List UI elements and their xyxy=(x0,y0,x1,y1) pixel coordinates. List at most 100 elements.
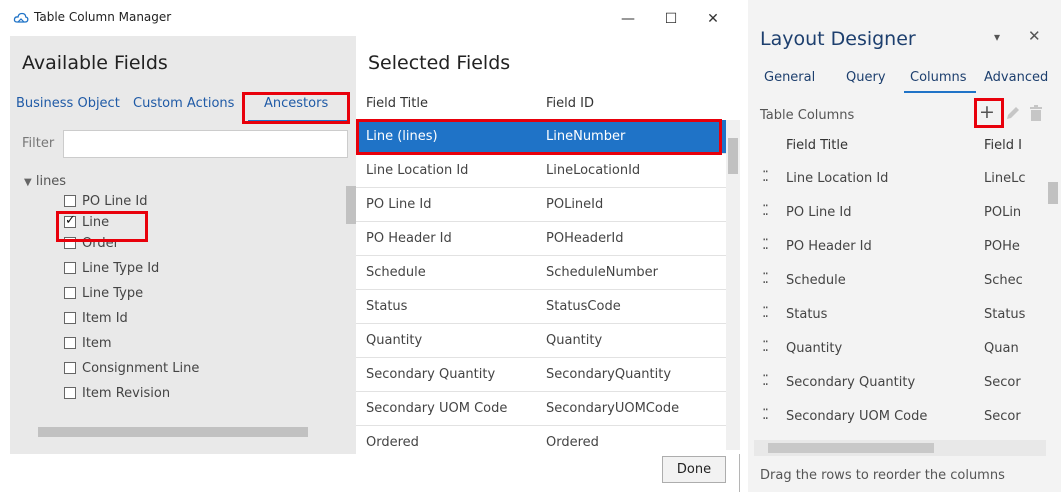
tree-item[interactable]: Item xyxy=(64,332,112,354)
tree-vertical-scrollbar[interactable] xyxy=(344,164,356,424)
tab-advanced[interactable]: Advanced xyxy=(984,70,1048,85)
available-fields-heading: Available Fields xyxy=(22,52,168,74)
drag-handle-icon[interactable]: ⁚⁚ xyxy=(762,203,769,219)
edit-pencil-icon[interactable] xyxy=(1004,104,1022,122)
tab-columns[interactable]: Columns xyxy=(910,70,967,85)
checkbox[interactable] xyxy=(64,362,76,374)
scrollbar-thumb[interactable] xyxy=(1048,182,1058,204)
close-button[interactable]: ✕ xyxy=(693,6,733,32)
scrollbar-thumb[interactable] xyxy=(346,186,356,224)
row-field-id: SecondaryQuantity xyxy=(546,367,672,382)
tree-node-label: lines xyxy=(35,174,67,189)
drag-handle-icon[interactable]: ⁚⁚ xyxy=(762,373,769,389)
row-field-id: SecondaryUOMCode xyxy=(546,401,680,416)
tab-general[interactable]: General xyxy=(764,70,815,85)
add-column-plus-icon[interactable]: + xyxy=(976,102,998,124)
list-item[interactable]: ⁚⁚ Schedule Schec xyxy=(748,264,1046,298)
row-field-id: Secor xyxy=(984,375,1021,390)
tree-item[interactable]: Line Type xyxy=(64,282,143,304)
table-row[interactable]: Line Location Id LineLocationId xyxy=(356,154,726,188)
column-header-field-id[interactable]: Field I xyxy=(984,138,1022,153)
list-item[interactable]: ⁚⁚ Status Status xyxy=(748,298,1046,332)
tree-item[interactable]: Line Type Id xyxy=(64,257,159,279)
tree-item[interactable]: Item Revision xyxy=(64,382,170,404)
drag-handle-icon[interactable]: ⁚⁚ xyxy=(762,271,769,287)
row-field-id: LineNumber xyxy=(546,129,626,144)
tree-node-lines[interactable]: ▼ lines xyxy=(24,174,66,189)
checkbox[interactable] xyxy=(64,237,76,249)
done-button[interactable]: Done xyxy=(662,456,726,483)
expand-arrow-icon[interactable]: ▼ xyxy=(24,177,32,188)
column-header-field-id[interactable]: Field ID xyxy=(546,96,594,111)
tree-item[interactable]: Consignment Line xyxy=(64,357,199,379)
drag-handle-icon[interactable]: ⁚⁚ xyxy=(762,305,769,321)
list-item[interactable]: ⁚⁚ Secondary Quantity Secor xyxy=(748,366,1046,400)
tree-item-line[interactable]: Line xyxy=(64,211,109,233)
drag-handle-icon[interactable]: ⁚⁚ xyxy=(762,339,769,355)
minimize-button[interactable]: — xyxy=(608,6,648,32)
tree-horizontal-scrollbar[interactable] xyxy=(20,424,356,440)
pane-menu-chevron-icon[interactable]: ▾ xyxy=(994,30,1000,44)
checkbox[interactable] xyxy=(64,312,76,324)
tab-ancestors[interactable]: Ancestors xyxy=(264,96,328,111)
table-columns-label: Table Columns xyxy=(760,108,855,123)
row-field-id: ScheduleNumber xyxy=(546,265,658,280)
checkbox[interactable] xyxy=(64,262,76,274)
row-field-id: LineLocationId xyxy=(546,163,641,178)
row-field-title: Quantity xyxy=(786,341,843,356)
tab-custom-actions[interactable]: Custom Actions xyxy=(133,96,234,111)
checkbox[interactable] xyxy=(64,195,76,207)
checkbox[interactable] xyxy=(64,387,76,399)
drag-handle-icon[interactable]: ⁚⁚ xyxy=(762,169,769,185)
row-field-id: POHe xyxy=(984,239,1020,254)
scrollbar-thumb[interactable] xyxy=(768,443,934,453)
dialog-title: Table Column Manager xyxy=(34,10,172,24)
checkbox[interactable] xyxy=(64,287,76,299)
pane-close-icon[interactable]: ✕ xyxy=(1028,27,1041,45)
table-row-selected[interactable]: Line (lines) LineNumber xyxy=(356,120,726,154)
columns-horizontal-scrollbar[interactable] xyxy=(754,440,1046,456)
checkbox[interactable] xyxy=(64,337,76,349)
tree-item[interactable]: Item Id xyxy=(64,307,128,329)
table-row[interactable]: Ordered Ordered xyxy=(356,426,726,454)
row-field-id: LineLc xyxy=(984,171,1026,186)
list-item[interactable]: ⁚⁚ PO Header Id POHe xyxy=(748,230,1046,264)
selected-list-scrollbar[interactable] xyxy=(726,120,740,450)
delete-trash-icon[interactable] xyxy=(1028,104,1044,122)
drag-handle-icon[interactable]: ⁚⁚ xyxy=(762,407,769,423)
tree-item[interactable]: PO Line Id xyxy=(64,190,148,212)
column-header-field-title[interactable]: Field Title xyxy=(366,96,428,111)
tab-query[interactable]: Query xyxy=(846,70,886,85)
list-item[interactable]: ⁚⁚ Line Location Id LineLc xyxy=(748,162,1046,196)
row-field-title: PO Header Id xyxy=(786,239,872,254)
list-item[interactable]: ⁚⁚ Secondary UOM Code Secor xyxy=(748,400,1046,432)
tree-item[interactable]: Order xyxy=(64,232,119,254)
table-row[interactable]: PO Header Id POHeaderId xyxy=(356,222,726,256)
list-item[interactable]: ⁚⁚ Quantity Quan xyxy=(748,332,1046,366)
checkbox-checked[interactable] xyxy=(64,213,76,228)
scrollbar-thumb[interactable] xyxy=(38,427,308,437)
table-row[interactable]: Schedule ScheduleNumber xyxy=(356,256,726,290)
row-field-title: PO Header Id xyxy=(366,231,452,246)
tab-business-object[interactable]: Business Object xyxy=(16,96,120,111)
row-field-id: Secor xyxy=(984,409,1021,424)
table-row[interactable]: Secondary UOM Code SecondaryUOMCode xyxy=(356,392,726,426)
list-item[interactable]: ⁚⁚ PO Line Id POLin xyxy=(748,196,1046,230)
columns-vertical-scrollbar[interactable] xyxy=(1046,162,1060,430)
table-row[interactable]: Status StatusCode xyxy=(356,290,726,324)
dialog-title-bar[interactable]: Table Column Manager — ☐ ✕ xyxy=(0,0,740,36)
scrollbar-thumb[interactable] xyxy=(728,138,738,174)
filter-input[interactable] xyxy=(63,130,348,158)
table-row[interactable]: Secondary Quantity SecondaryQuantity xyxy=(356,358,726,392)
row-field-id: POHeaderId xyxy=(546,231,624,246)
column-header-field-title[interactable]: Field Title xyxy=(786,138,848,153)
row-field-id: POLineId xyxy=(546,197,604,212)
row-field-title: Status xyxy=(366,299,408,314)
row-field-id: Quan xyxy=(984,341,1019,356)
table-row[interactable]: PO Line Id POLineId xyxy=(356,188,726,222)
table-row[interactable]: Quantity Quantity xyxy=(356,324,726,358)
maximize-button[interactable]: ☐ xyxy=(651,6,691,32)
row-field-title: Schedule xyxy=(786,273,846,288)
active-tab-indicator xyxy=(904,91,976,93)
drag-handle-icon[interactable]: ⁚⁚ xyxy=(762,237,769,253)
